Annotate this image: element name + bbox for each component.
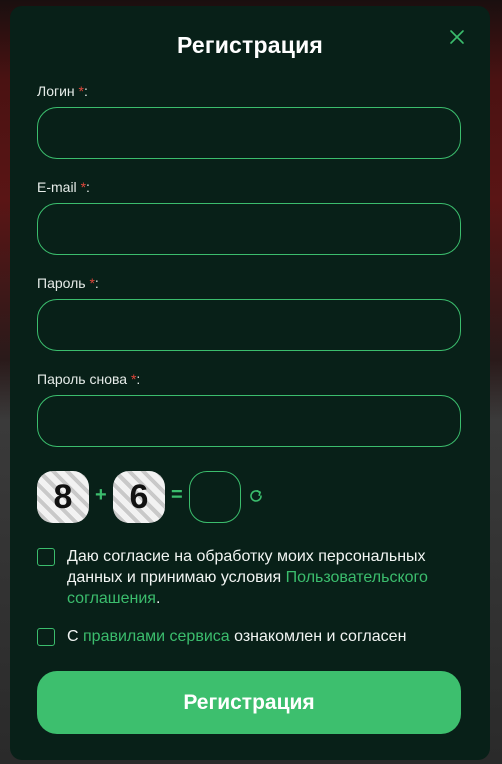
refresh-icon[interactable] <box>248 488 264 504</box>
captcha-digit-second: 6 <box>113 471 165 523</box>
rules-suffix: ознакомлен и согласен <box>229 628 407 645</box>
password-label: Пароль *: <box>37 275 99 291</box>
password-repeat-label: Пароль снова *: <box>37 371 140 387</box>
service-rules-link[interactable]: правилами сервиса <box>83 628 230 645</box>
registration-modal: Регистрация Логин *: E-mail *: Пароль *:… <box>10 6 490 760</box>
email-input[interactable] <box>37 203 461 255</box>
label-colon: : <box>83 83 88 99</box>
close-icon[interactable] <box>448 28 466 46</box>
label-colon: : <box>86 179 90 195</box>
login-label-text: Логин <box>37 83 75 99</box>
captcha-equals: = <box>171 484 183 506</box>
label-colon: : <box>136 371 141 387</box>
label-colon: : <box>94 275 99 291</box>
rules-consent: С правилами сервиса ознакомлен и согласе… <box>67 626 467 647</box>
personal-data-checkbox[interactable] <box>37 548 55 566</box>
personal-data-consent: Даю согласие на обработку моих персональ… <box>67 546 457 609</box>
login-input[interactable] <box>37 107 461 159</box>
email-label-text: E-mail <box>37 179 77 195</box>
password-input[interactable] <box>37 299 461 351</box>
rules-prefix: С <box>67 628 83 645</box>
captcha-plus: + <box>95 484 107 506</box>
rules-checkbox[interactable] <box>37 628 55 646</box>
password-repeat-input[interactable] <box>37 395 461 447</box>
register-button[interactable]: Регистрация <box>37 671 461 734</box>
captcha-answer-input[interactable] <box>189 471 241 523</box>
password-repeat-label-text: Пароль снова <box>37 371 128 387</box>
login-label: Логин *: <box>37 83 88 99</box>
consent-period: . <box>155 590 161 607</box>
captcha-digit-first: 8 <box>37 471 89 523</box>
email-label: E-mail *: <box>37 179 90 195</box>
modal-title: Регистрация <box>176 32 324 58</box>
password-label-text: Пароль <box>37 275 86 291</box>
